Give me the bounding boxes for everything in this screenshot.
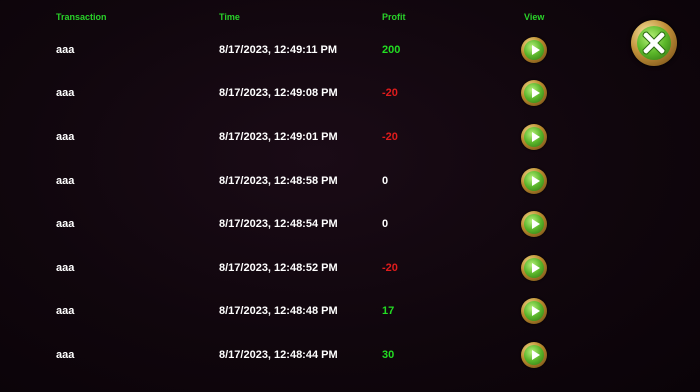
transaction-time: 8/17/2023, 12:48:54 PM — [219, 218, 338, 231]
transaction-name: aaa — [56, 348, 75, 361]
table-row: aaa 8/17/2023, 12:48:44 PM 30 — [0, 333, 620, 377]
header-transaction: Transaction — [56, 12, 107, 22]
transaction-profit: 200 — [382, 43, 401, 56]
close-button[interactable] — [631, 20, 677, 66]
view-button[interactable] — [521, 80, 547, 107]
play-icon — [524, 257, 544, 278]
play-icon — [524, 39, 544, 60]
view-button[interactable] — [521, 341, 547, 368]
view-button[interactable] — [521, 211, 547, 238]
transaction-name: aaa — [56, 87, 75, 100]
header-time: Time — [219, 12, 240, 22]
view-button[interactable] — [521, 123, 547, 150]
table-row: aaa 8/17/2023, 12:48:52 PM -20 — [0, 246, 620, 290]
transaction-profit: -20 — [382, 130, 398, 143]
table-row: aaa 8/17/2023, 12:49:01 PM -20 — [0, 115, 620, 159]
transaction-time: 8/17/2023, 12:49:01 PM — [219, 130, 338, 143]
transaction-name: aaa — [56, 130, 75, 143]
close-x-icon — [642, 31, 666, 55]
transaction-profit: 0 — [382, 174, 389, 187]
history-panel: Transaction Time Profit View aaa 8/17/20… — [0, 0, 700, 392]
play-icon — [524, 126, 544, 147]
transaction-profit: -20 — [382, 87, 398, 100]
table-row: aaa 8/17/2023, 12:49:08 PM -20 — [0, 72, 620, 116]
table-header: Transaction Time Profit View — [0, 12, 620, 26]
transaction-time: 8/17/2023, 12:48:44 PM — [219, 348, 338, 361]
transaction-name: aaa — [56, 174, 75, 187]
transaction-profit: -20 — [382, 261, 398, 274]
transaction-profit: 0 — [382, 218, 389, 231]
view-button[interactable] — [521, 36, 547, 63]
transaction-time: 8/17/2023, 12:49:08 PM — [219, 87, 338, 100]
transaction-name: aaa — [56, 218, 75, 231]
header-view: View — [524, 12, 545, 22]
transaction-profit: 30 — [382, 348, 395, 361]
transaction-time: 8/17/2023, 12:48:48 PM — [219, 305, 338, 318]
view-button[interactable] — [521, 167, 547, 194]
transaction-list: aaa 8/17/2023, 12:49:11 PM 200 aaa 8/17/… — [0, 28, 620, 377]
table-row: aaa 8/17/2023, 12:48:54 PM 0 — [0, 202, 620, 246]
view-button[interactable] — [521, 254, 547, 281]
table-row: aaa 8/17/2023, 12:48:48 PM 17 — [0, 290, 620, 334]
header-profit: Profit — [382, 12, 406, 22]
play-icon — [524, 83, 544, 104]
transaction-time: 8/17/2023, 12:48:58 PM — [219, 174, 338, 187]
transaction-name: aaa — [56, 305, 75, 318]
play-icon — [524, 170, 544, 191]
transaction-time: 8/17/2023, 12:49:11 PM — [219, 43, 338, 56]
transaction-profit: 17 — [382, 305, 395, 318]
play-icon — [524, 301, 544, 322]
play-icon — [524, 344, 544, 365]
transaction-name: aaa — [56, 261, 75, 274]
play-icon — [524, 214, 544, 235]
table-row: aaa 8/17/2023, 12:49:11 PM 200 — [0, 28, 620, 72]
view-button[interactable] — [521, 298, 547, 325]
transaction-name: aaa — [56, 43, 75, 56]
transaction-time: 8/17/2023, 12:48:52 PM — [219, 261, 338, 274]
table-row: aaa 8/17/2023, 12:48:58 PM 0 — [0, 159, 620, 203]
